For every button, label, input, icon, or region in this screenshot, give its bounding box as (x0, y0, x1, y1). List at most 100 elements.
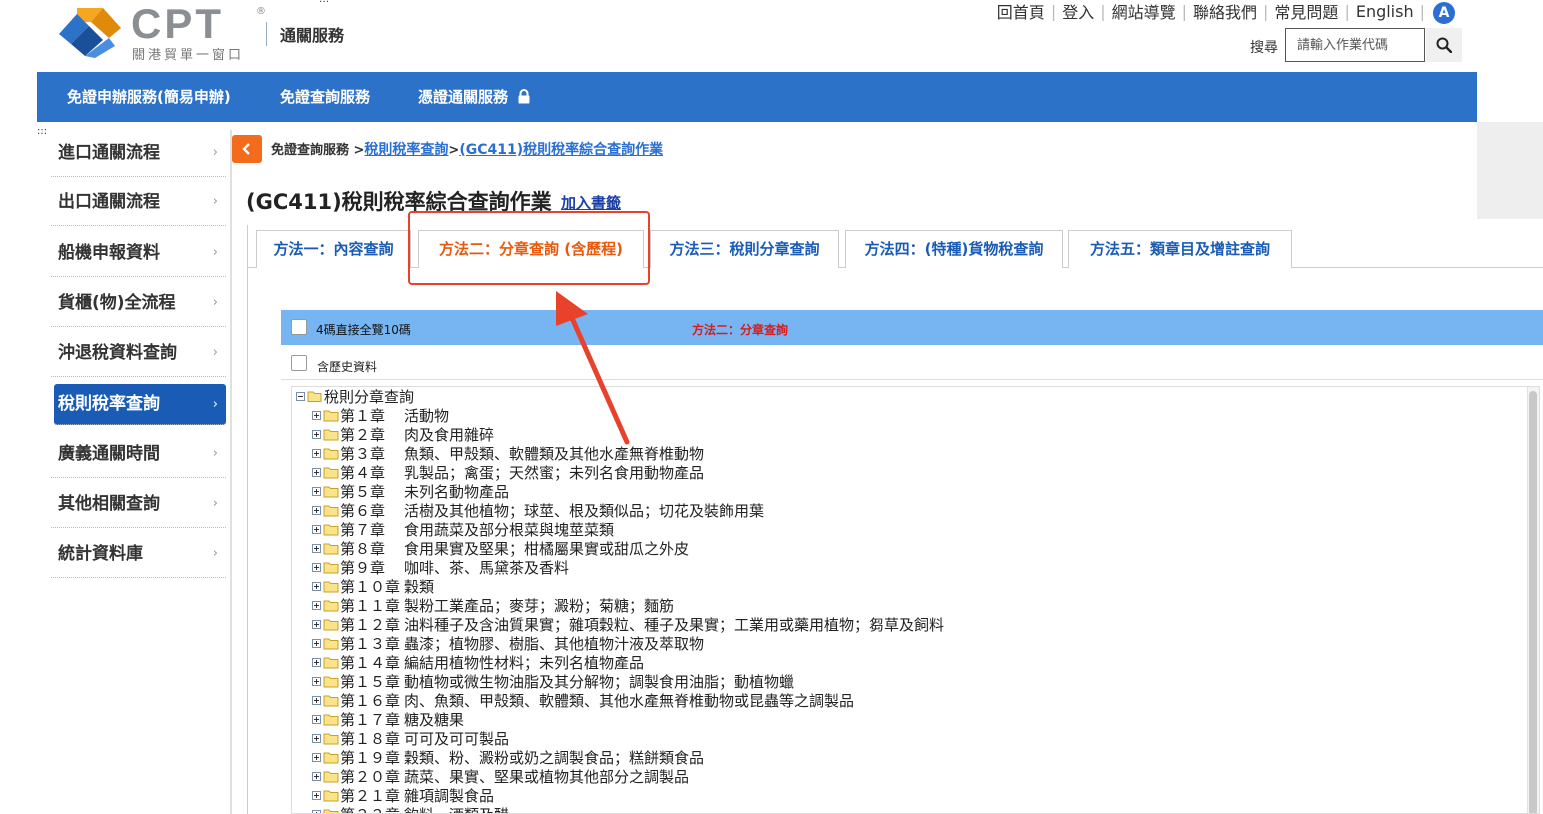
tree-chapter-item[interactable]: 第１５章 動植物或微生物油脂及其分解物；調製食用油脂；動植物蠟 (312, 672, 794, 691)
chevron-right-icon: › (212, 397, 218, 412)
tree-scrollbar[interactable] (1527, 387, 1539, 813)
sidebar-item-export[interactable]: 出口通關流程 › (51, 178, 226, 226)
expand-icon[interactable] (312, 810, 321, 813)
chapter-name: 編結用植物性材料；未列名植物產品 (404, 654, 645, 672)
expand-icon[interactable] (312, 715, 321, 724)
expand-icon[interactable] (312, 677, 321, 686)
folder-icon (323, 524, 339, 536)
folder-icon (323, 581, 339, 593)
expand-icon[interactable] (312, 639, 321, 648)
tree-chapter-item[interactable]: 第８章 食用果實及堅果；柑橘屬果實或甜瓜之外皮 (312, 539, 689, 558)
expand-icon[interactable] (312, 525, 321, 534)
search-input[interactable] (1285, 28, 1425, 62)
sidebar-item-import[interactable]: 進口通關流程 › (51, 129, 226, 177)
expand-icon[interactable] (312, 468, 321, 477)
accesskey-dots[interactable]: ::: (319, 0, 329, 5)
chapter-number: 第２章 (340, 426, 386, 444)
expand-icon[interactable] (312, 506, 321, 515)
sidebar: 進口通關流程 › 出口通關流程 › 船機申報資料 › 貨櫃(物)全流程 › 沖退稅資料查… (37, 127, 230, 814)
tree-chapter-item[interactable]: 第５章 未列名動物產品 (312, 482, 509, 501)
chapter-number: 第１４章 (340, 654, 401, 672)
expand-icon[interactable] (312, 601, 321, 610)
expand-icon[interactable] (312, 487, 321, 496)
sidebar-item-drawback[interactable]: 沖退稅資料查詢 › (51, 329, 226, 377)
history-checkbox[interactable] (291, 355, 307, 371)
expand-icon[interactable] (312, 696, 321, 705)
tree-chapter-item[interactable]: 第１７章 糖及糖果 (312, 710, 464, 729)
sidebar-item-label: 其他相關查詢 (58, 494, 160, 514)
link-contact[interactable]: 聯絡我們 (1187, 0, 1263, 23)
direct-view-checkbox[interactable] (291, 319, 307, 335)
expand-icon[interactable] (312, 734, 321, 743)
folder-icon (323, 771, 339, 783)
tree-chapter-item[interactable]: 第４章 乳製品；禽蛋；天然蜜；未列名食用動物產品 (312, 463, 704, 482)
accessibility-badge[interactable]: A (1433, 2, 1455, 24)
link-faq[interactable]: 常見問題 (1268, 0, 1344, 23)
chapter-number: 第１章 (340, 407, 386, 425)
tree-chapter-item[interactable]: 第２２章飲料、酒類及醋 (312, 805, 509, 813)
link-login[interactable]: 登入 (1056, 0, 1100, 23)
tab-method-4[interactable]: 方法四：(特種)貨物稅查詢 (845, 230, 1063, 268)
search-button[interactable] (1426, 28, 1462, 62)
nav-cert-service[interactable]: 憑證通關服務 (418, 72, 531, 122)
chevron-left-icon (242, 143, 250, 155)
link-english[interactable]: English (1350, 2, 1420, 21)
folder-icon (323, 410, 339, 422)
tree-chapter-item[interactable]: 第１８章 可可及可可製品 (312, 729, 509, 748)
expand-icon[interactable] (312, 658, 321, 667)
chapter-name: 糖及糖果 (404, 711, 465, 729)
tree-chapter-item[interactable]: 第１３章 蟲漆；植物膠、樹脂、其他植物汁液及萃取物 (312, 634, 704, 653)
tree-chapter-item[interactable]: 第１２章 油料種子及含油質果實；雜項穀粒、種子及果實；工業用或藥用植物；芻草及飼料 (312, 615, 944, 634)
breadcrumb-link-tariff[interactable]: 稅則稅率查詢 (364, 142, 448, 158)
logo-subtitle: 關港貿單一窗口 (132, 48, 245, 63)
cpt-logo[interactable]: CPT ® 關港貿單一窗口 (55, 2, 266, 63)
tree-root[interactable]: 稅則分章查詢 (296, 387, 414, 406)
tree-chapter-item[interactable]: 第６章 活樹及其他植物；球莖、根及類似品；切花及裝飾用葉 (312, 501, 764, 520)
tree-chapter-item[interactable]: 第７章 食用蔬菜及部分根菜與塊莖菜類 (312, 520, 614, 539)
collapse-icon[interactable] (296, 392, 305, 401)
sidebar-item-statistics[interactable]: 統計資料庫 › (51, 530, 226, 578)
tab-method-1[interactable]: 方法一：內容查詢 (256, 230, 411, 268)
tree-scroll-thumb[interactable] (1529, 391, 1537, 813)
breadcrumb-link-gc411[interactable]: (GC411)稅則稅率綜合查詢作業 (459, 142, 663, 158)
tree-chapter-item[interactable]: 第９章 咖啡、茶、馬黛茶及香料 (312, 558, 569, 577)
sidebar-item-vessel[interactable]: 船機申報資料 › (51, 229, 226, 277)
link-home[interactable]: 回首頁 (991, 0, 1051, 23)
breadcrumb-separator: > (448, 143, 460, 158)
sidebar-item-tariff[interactable]: 稅則稅率查詢 › (54, 384, 226, 425)
tree-chapter-item[interactable]: 第１１章 製粉工業產品；麥芽；澱粉；菊糖；麵筋 (312, 596, 674, 615)
chapter-name: 雜項調製食品 (404, 787, 495, 805)
expand-icon[interactable] (312, 544, 321, 553)
tree-chapter-item[interactable]: 第２１章 雜項調製食品 (312, 786, 494, 805)
chapter-name: 乳製品；禽蛋；天然蜜；未列名食用動物產品 (404, 464, 705, 482)
tree-chapter-item[interactable]: 第１０章 穀類 (312, 577, 434, 596)
tree-chapter-item[interactable]: 第１４章 編結用植物性材料；未列名植物產品 (312, 653, 644, 672)
add-bookmark-link[interactable]: 加入書籤 (561, 192, 621, 213)
back-button[interactable] (232, 135, 262, 163)
tree-chapter-item[interactable]: 第１章 活動物 (312, 406, 449, 425)
expand-icon[interactable] (312, 791, 321, 800)
chapter-number: 第２０章 (340, 768, 401, 786)
sidebar-item-container[interactable]: 貨櫃(物)全流程 › (51, 279, 226, 327)
tab-method-3[interactable]: 方法三：稅則分章查詢 (650, 230, 839, 268)
sidebar-item-other[interactable]: 其他相關查詢 › (51, 480, 226, 528)
expand-icon[interactable] (312, 772, 321, 781)
expand-icon[interactable] (312, 620, 321, 629)
tree-chapter-item[interactable]: 第１６章 肉、魚類、甲殼類、軟體類、其他水產無脊椎動物或昆蟲等之調製品 (312, 691, 854, 710)
tree-chapter-item[interactable]: 第２章 肉及食用雜碎 (312, 425, 494, 444)
tree-chapter-item[interactable]: 第２０章 蔬菜、果實、堅果或植物其他部分之調製品 (312, 767, 689, 786)
expand-icon[interactable] (312, 563, 321, 572)
sidebar-item-clearance-time[interactable]: 廣義通關時間 › (51, 430, 226, 478)
expand-icon[interactable] (312, 753, 321, 762)
tab-method-5[interactable]: 方法五：類章目及增註查詢 (1068, 230, 1292, 268)
search-label: 搜尋 (1250, 40, 1278, 56)
tree-chapter-item[interactable]: 第１９章 穀類、粉、澱粉或奶之調製食品；糕餅類食品 (312, 748, 704, 767)
expand-icon[interactable] (312, 411, 321, 420)
expand-icon[interactable] (312, 430, 321, 439)
link-sitemap[interactable]: 網站導覽 (1106, 0, 1182, 23)
nav-simple-apply[interactable]: 免證申辦服務(簡易申辦) (67, 72, 231, 122)
nav-query-service[interactable]: 免證查詢服務 (280, 72, 370, 122)
expand-icon[interactable] (312, 582, 321, 591)
expand-icon[interactable] (312, 449, 321, 458)
tree-chapter-item[interactable]: 第３章 魚類、甲殼類、軟體類及其他水產無脊椎動物 (312, 444, 704, 463)
